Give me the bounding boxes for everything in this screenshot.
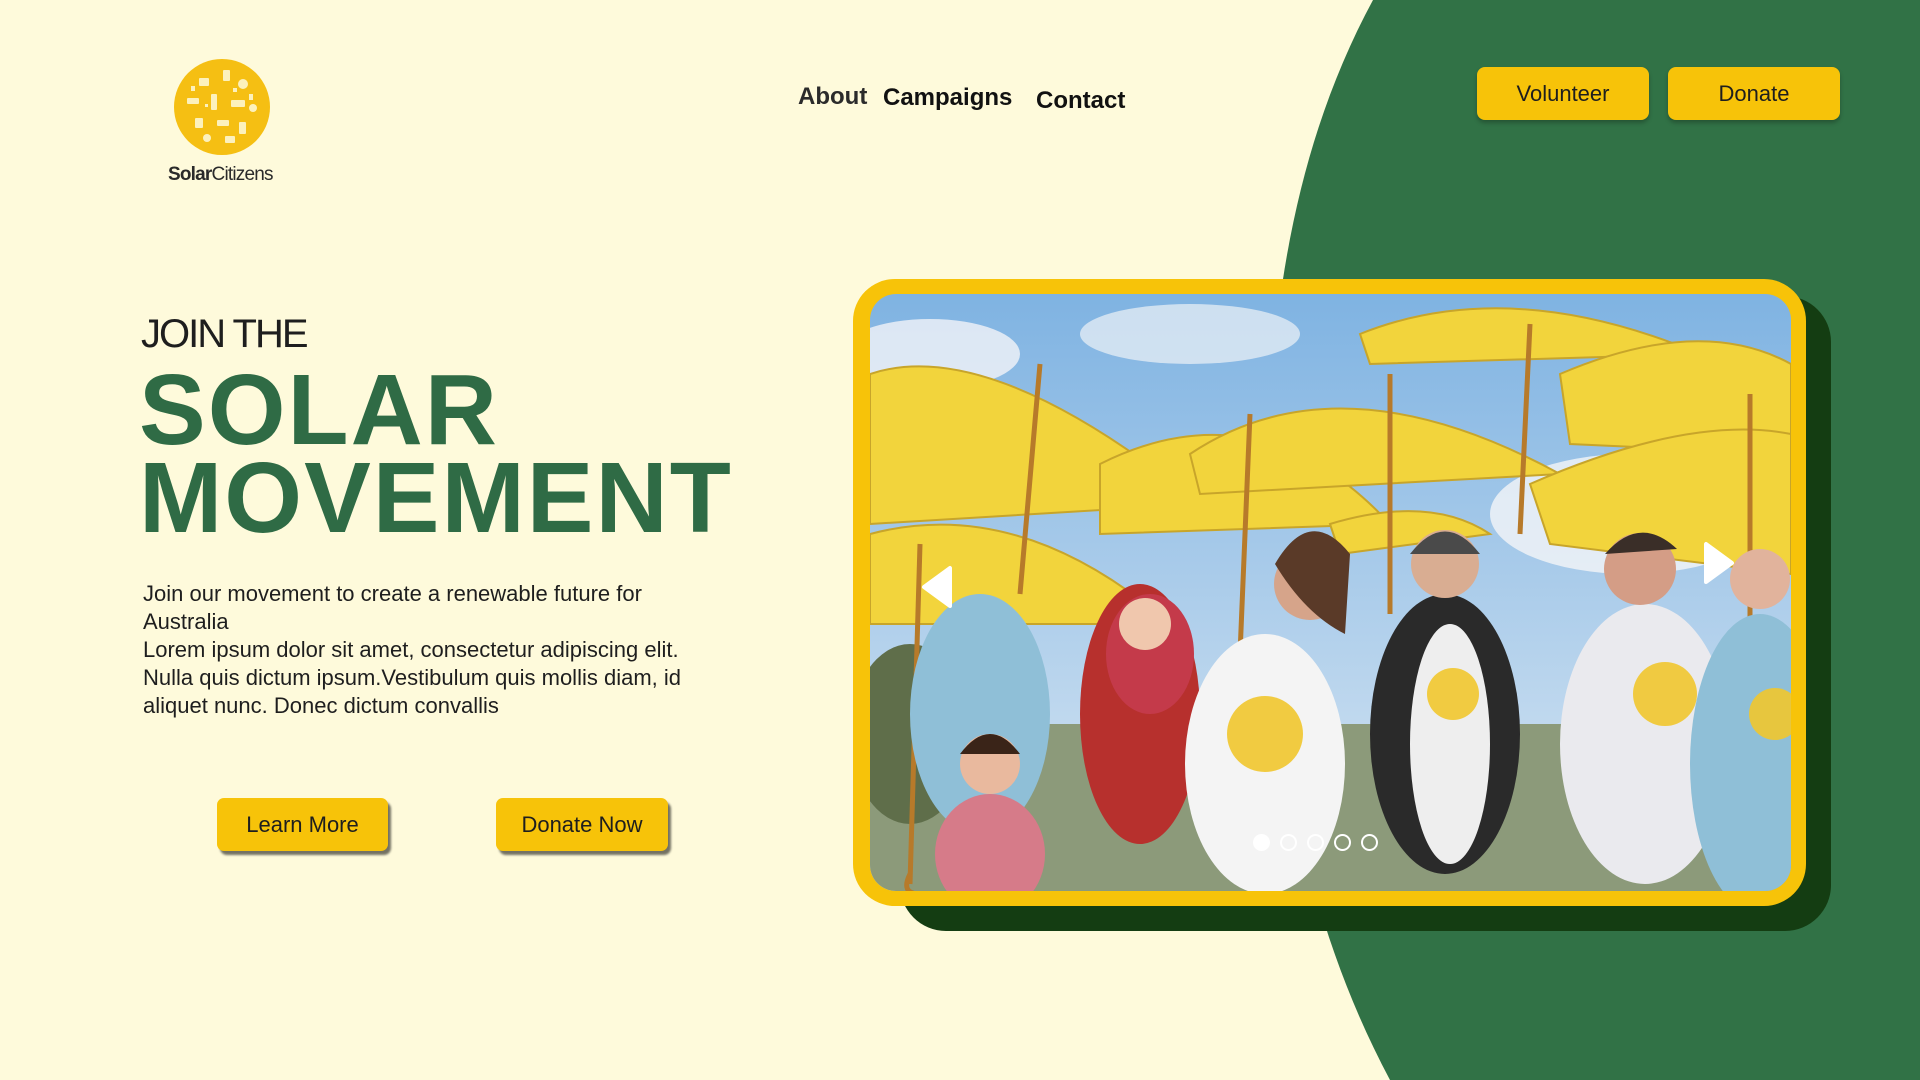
carousel-dot-1[interactable] — [1253, 834, 1270, 851]
hero-kicker: JOIN THE — [141, 312, 309, 356]
site-logo[interactable]: SolarCitizens — [168, 56, 288, 186]
carousel-slide-image — [870, 294, 1791, 891]
nav-about[interactable]: About — [798, 83, 867, 111]
carousel-dot-4[interactable] — [1334, 834, 1351, 851]
learn-more-button[interactable]: Learn More — [217, 798, 388, 851]
hero-description: Join our movement to create a renewable … — [143, 580, 703, 720]
carousel-pagination — [1253, 834, 1378, 851]
carousel-dot-2[interactable] — [1280, 834, 1297, 851]
image-carousel — [853, 279, 1806, 906]
arrow-left-icon[interactable] — [920, 564, 960, 610]
hero-title: SOLAR MOVEMENT — [139, 354, 733, 554]
nav-campaigns[interactable]: Campaigns — [883, 84, 1012, 112]
nav-contact[interactable]: Contact — [1036, 87, 1125, 115]
donate-now-button[interactable]: Donate Now — [496, 798, 668, 851]
carousel-dot-5[interactable] — [1361, 834, 1378, 851]
logo-wordmark: SolarCitizens — [168, 164, 274, 185]
donate-button[interactable]: Donate — [1668, 67, 1840, 120]
hero-title-line-1: SOLAR — [139, 354, 499, 466]
carousel-dot-3[interactable] — [1307, 834, 1324, 851]
hero-description-line-2: Lorem ipsum dolor sit amet, consectetur … — [143, 637, 681, 718]
photo-umbrellas-crowd — [870, 294, 1791, 891]
arrow-right-icon[interactable] — [1698, 540, 1738, 586]
volunteer-button[interactable]: Volunteer — [1477, 67, 1649, 120]
hero-title-line-2: MOVEMENT — [139, 442, 733, 554]
sun-logo-icon — [174, 59, 270, 155]
hero-description-line-1: Join our movement to create a renewable … — [143, 581, 642, 634]
